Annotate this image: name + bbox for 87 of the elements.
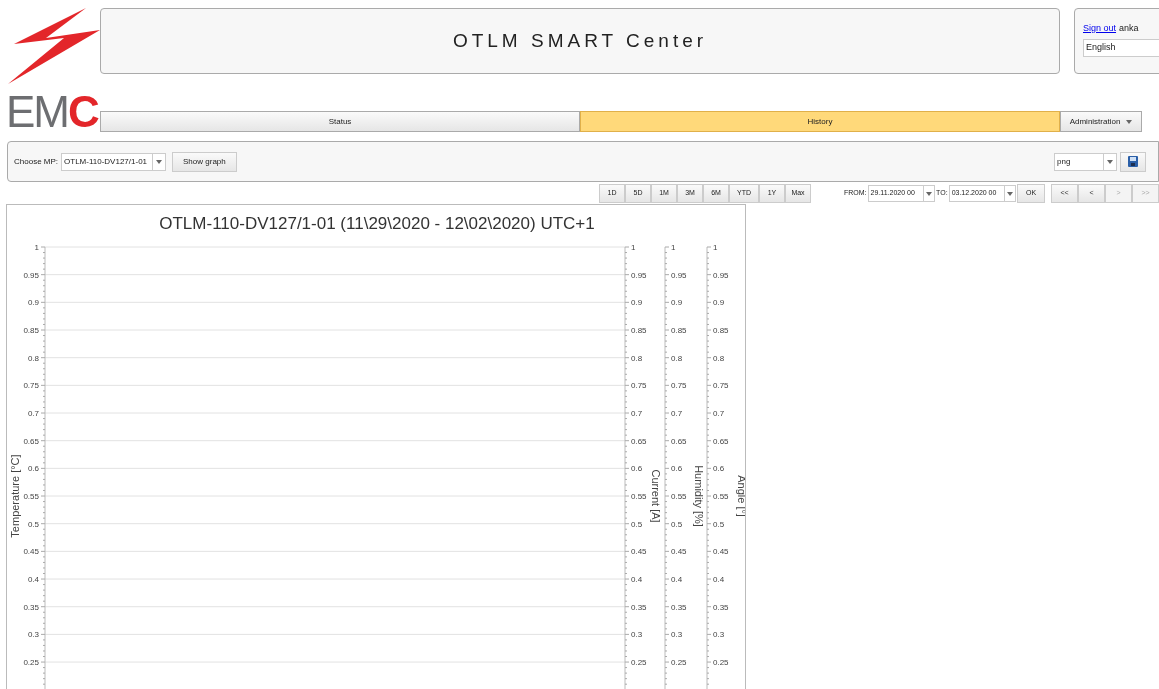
axis-tick-label: 0.35 xyxy=(23,602,39,612)
show-graph-button[interactable]: Show graph xyxy=(172,151,237,172)
axis-tick-label: 1 xyxy=(631,243,636,252)
axis-tick-label: 0.25 xyxy=(631,658,647,668)
axis-title: Humidity [%] xyxy=(693,465,705,527)
format-select[interactable]: png xyxy=(1054,152,1117,171)
language-select[interactable]: English xyxy=(1083,38,1159,57)
axis-tick-label: 0.3 xyxy=(671,630,683,640)
axis-tick-label: 0.4 xyxy=(713,575,725,585)
nav-tab[interactable]: Status xyxy=(100,111,580,132)
axis-tick-label: 0.45 xyxy=(671,547,687,557)
user-name: anka xyxy=(1119,22,1139,35)
axis-tick-label: 0.75 xyxy=(713,381,729,391)
axis-tick-label: 0.55 xyxy=(671,492,687,502)
axis-tick-label: 0.95 xyxy=(631,270,647,280)
axis-tick-label: 0.4 xyxy=(631,575,643,585)
axis-tick-label: 0.85 xyxy=(631,326,647,335)
axis-tick-label: 0.9 xyxy=(713,298,725,308)
chart-title: OTLM-110-DV127/1-01 (11\29\2020 - 12\02\2020) UTC+1 xyxy=(159,214,595,233)
app-title: OTLM SMART Center xyxy=(452,28,708,53)
axis-tick-label: 0.65 xyxy=(713,436,729,446)
axis-tick-label: 0.95 xyxy=(713,270,729,280)
axis-tick-label: 0.6 xyxy=(671,464,683,474)
axis-tick-label: 0.4 xyxy=(671,575,683,585)
axis-tick-label: 0.9 xyxy=(671,298,683,308)
axis-tick-label: 0.65 xyxy=(671,436,687,446)
axis-tick-label: 0.85 xyxy=(23,326,39,335)
axis-tick-label: 0.35 xyxy=(631,602,647,612)
mp-label: Choose MP: xyxy=(14,155,59,168)
axis-tick-label: 0.65 xyxy=(23,436,39,446)
axis-tick-label: 0.45 xyxy=(713,547,729,557)
axis-tick-label: 0.6 xyxy=(713,464,725,474)
axis-tick-label: 0.75 xyxy=(671,381,687,391)
axis-tick-label: 0.3 xyxy=(713,630,725,640)
axis-tick-label: 0.7 xyxy=(713,409,725,418)
axis-tick-label: 0.75 xyxy=(631,381,647,391)
axis-tick-label: 0.9 xyxy=(631,298,643,308)
caret-icon xyxy=(156,159,163,164)
axis-tick-label: 0.45 xyxy=(631,547,647,557)
axis-tick-label: 0.35 xyxy=(713,602,729,612)
axis-tick-label: 1 xyxy=(671,243,676,252)
axis-tick-label: 0.75 xyxy=(23,381,39,391)
axis-tick-label: 0.35 xyxy=(671,602,687,612)
axis-tick-label: 0.55 xyxy=(23,492,39,502)
axis-tick-label: 0.8 xyxy=(27,353,39,363)
axis-tick-label: 0.5 xyxy=(713,519,725,529)
caret-icon xyxy=(1007,191,1014,196)
caret-icon xyxy=(1107,159,1113,164)
mp-select[interactable]: OTLM-110-DV127/1-01 xyxy=(61,152,167,171)
axis-tick-label: 0.5 xyxy=(27,519,39,529)
axis-tick-label: 0.7 xyxy=(671,409,683,418)
axis-tick-label: 0.6 xyxy=(631,464,643,474)
axis-tick-label: 0.8 xyxy=(631,353,643,363)
nav-tab[interactable]: History xyxy=(580,111,1060,132)
sign-out-link[interactable]: Sign out xyxy=(1083,22,1117,36)
axis-tick-label: 1 xyxy=(34,243,39,252)
caret-icon xyxy=(1126,119,1133,124)
axis-tick-label: 0.25 xyxy=(713,658,729,668)
axis-tick-label: 0.85 xyxy=(713,326,729,335)
axis-title: Current [A] xyxy=(650,469,662,523)
axis-tick-label: 0.85 xyxy=(671,326,687,335)
axis-tick-label: 0.95 xyxy=(23,270,39,280)
axis-tick-label: 0.7 xyxy=(631,409,643,418)
axis-tick-label: 0.4 xyxy=(27,575,39,585)
axis-tick-label: 0.6 xyxy=(27,464,39,474)
axis-tick-label: 0.55 xyxy=(713,492,729,502)
axis-tick-label: 0.7 xyxy=(27,409,39,418)
axis-tick-label: 1 xyxy=(713,243,718,252)
nav-menu[interactable]: Administration xyxy=(1060,111,1142,132)
axis-tick-label: 0.65 xyxy=(631,436,647,446)
axis-tick-label: 0.55 xyxy=(631,492,647,502)
logo-text: EMC xyxy=(6,92,98,132)
axis-title: Angle [°] xyxy=(736,475,745,517)
axis-tick-label: 0.95 xyxy=(671,270,687,280)
axis-tick-label: 0.25 xyxy=(23,658,39,668)
axis-tick-label: 0.5 xyxy=(631,519,643,529)
axis-tick-label: 0.25 xyxy=(671,658,687,668)
axis-title: Temperature [°C] xyxy=(9,454,21,538)
save-button[interactable] xyxy=(1120,151,1146,172)
axis-tick-label: 0.5 xyxy=(671,519,683,529)
axis-tick-label: 0.45 xyxy=(23,547,39,557)
axis-tick-label: 0.8 xyxy=(713,353,725,363)
axis-tick-label: 0.9 xyxy=(27,298,39,308)
axis-tick-label: 0.8 xyxy=(671,353,683,363)
caret-icon xyxy=(926,191,933,196)
axis-tick-label: 0.3 xyxy=(631,630,643,640)
axis-tick-label: 0.3 xyxy=(27,630,39,640)
